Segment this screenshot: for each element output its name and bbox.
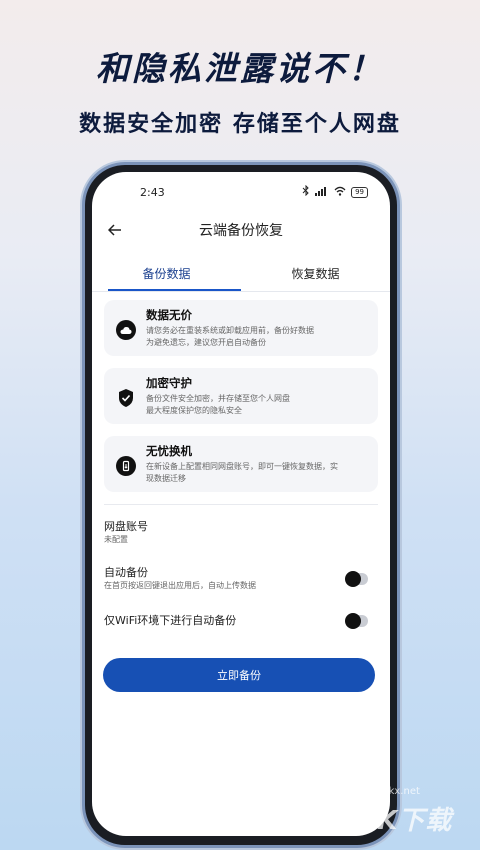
promo-headline: 和隐私泄露说不！ [96, 49, 384, 88]
auto-backup-toggle[interactable] [345, 571, 368, 587]
feature-desc: 现数据迁移 [146, 474, 186, 483]
setting-auto-backup-desc: 在首页按返回键退出应用后，自动上传数据 [104, 581, 256, 590]
setting-wifi-only: 仅WiFi环境下进行自动备份 [92, 609, 390, 639]
status-time: 2:43 [140, 185, 165, 199]
watermark: www.kkx.net KK下载 [356, 786, 466, 836]
feature-card-encryption: 加密守护 备份文件安全加密，并存储至您个人网盘 最大程度保护您的隐私安全 [104, 368, 378, 424]
feature-card-data-value: 数据无价 请您务必在重装系统或卸载应用前，备份好数据 为避免遗忘，建议您开启自动… [104, 300, 378, 356]
status-bar: 2:43 99 [92, 172, 390, 212]
page-title: 云端备份恢复 [199, 223, 283, 239]
setting-wifi-only-label: 仅WiFi环境下进行自动备份 [104, 614, 237, 627]
feature-desc: 最大程度保护您的隐私安全 [146, 406, 242, 415]
feature-desc: 在新设备上配置相同网盘账号，即可一键恢复数据，实 [146, 462, 338, 471]
feature-title: 加密守护 [146, 376, 192, 390]
tab-backup-data[interactable]: 备份数据 [92, 260, 241, 300]
tab-divider [92, 291, 390, 292]
section-divider [104, 504, 378, 505]
feature-desc: 为避免遗忘，建议您开启自动备份 [146, 338, 266, 347]
feature-desc: 请您务必在重装系统或卸载应用前，备份好数据 [146, 326, 314, 335]
watermark-url: www.kkx.net [356, 786, 420, 797]
watermark-logo: KK下载 [356, 806, 453, 836]
feature-desc: 备份文件安全加密，并存储至您个人网盘 [146, 394, 290, 403]
battery-icon: 99 [351, 186, 368, 198]
signal-icon [315, 186, 329, 199]
wifi-only-toggle[interactable] [345, 613, 368, 629]
toggle-knob [345, 571, 361, 587]
backup-now-button[interactable]: 立即备份 [103, 658, 375, 692]
shield-check-icon [116, 388, 136, 408]
wifi-icon [334, 186, 346, 199]
phone-transfer-icon [116, 456, 136, 476]
setting-account-value: 未配置 [104, 535, 128, 544]
toggle-knob [345, 613, 361, 629]
tab-restore-data[interactable]: 恢复数据 [241, 260, 390, 300]
bluetooth-icon [302, 184, 310, 199]
feature-title: 无忧换机 [146, 444, 192, 458]
cloud-icon [116, 320, 136, 340]
app-screen: 2:43 99 云端备份恢复 备份数据 恢复数据 数据无价 请您务必在重装系统或… [92, 172, 390, 836]
setting-auto-backup-label: 自动备份 [104, 566, 148, 579]
setting-account[interactable]: 网盘账号 未配置 [92, 519, 390, 555]
title-bar: 云端备份恢复 [92, 212, 390, 248]
tab-bar: 备份数据 恢复数据 [92, 260, 390, 300]
back-arrow-icon[interactable] [104, 219, 126, 241]
promo-subline: 数据安全加密 存储至个人网盘 [79, 112, 401, 137]
setting-account-label: 网盘账号 [104, 520, 148, 533]
feature-card-device-switch: 无忧换机 在新设备上配置相同网盘账号，即可一键恢复数据，实 现数据迁移 [104, 436, 378, 492]
feature-title: 数据无价 [146, 308, 192, 322]
setting-auto-backup: 自动备份 在首页按返回键退出应用后，自动上传数据 [92, 565, 390, 605]
status-icons: 99 [302, 184, 368, 199]
